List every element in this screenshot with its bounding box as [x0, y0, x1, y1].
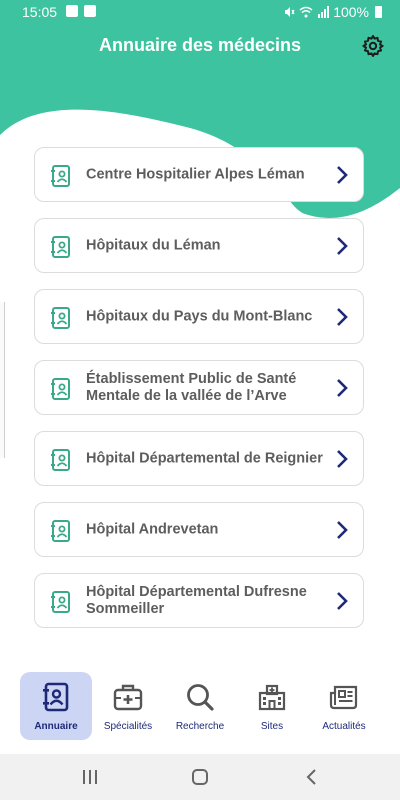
hospital-card[interactable]: Établissement Public de Santé Mentale de… [34, 360, 364, 415]
hospital-card[interactable]: Hôpital Départemental de Reignier [34, 431, 364, 486]
hospital-name: Hôpitaux du Pays du Mont-Blanc [86, 308, 313, 324]
hospital-name: Hôpital Départemental Dufresne Sommeille… [86, 583, 307, 617]
tab-label: Spécialités [103, 721, 153, 732]
chevron-right-icon [337, 166, 348, 184]
battery-icon [375, 6, 382, 18]
recent-apps-icon[interactable] [78, 767, 102, 787]
tab-actualites[interactable]: Actualités [308, 672, 380, 740]
mute-icon [285, 7, 295, 17]
page-title: Annuaire des médecins [98, 35, 302, 55]
hospital-building-icon [258, 684, 286, 711]
status-time: 15:05 [22, 4, 58, 20]
battery-level: 100% [333, 4, 369, 20]
tab-recherche[interactable]: Recherche [164, 672, 236, 740]
contact-book-icon [51, 378, 70, 400]
hospital-card[interactable]: Hôpitaux du Léman [34, 218, 364, 273]
status-bar: 15:05 100% [0, 0, 400, 24]
status-indicators: 100% [283, 4, 382, 20]
tab-sites[interactable]: Sites [236, 672, 308, 740]
home-icon[interactable] [188, 767, 212, 787]
chevron-right-icon [337, 237, 348, 255]
edge-panel-handle[interactable] [0, 302, 5, 458]
hospital-card[interactable]: Hôpital Départemental Dufresne Sommeille… [34, 573, 364, 628]
search-icon [187, 684, 214, 711]
gear-icon[interactable] [361, 34, 385, 58]
notification-icons [66, 5, 96, 17]
hospital-name: Établissement Public de Santé Mentale de… [86, 370, 297, 404]
signal-icon [318, 6, 330, 18]
tab-label: Annuaire [34, 721, 78, 732]
hospital-name: Centre Hospitalier Alpes Léman [86, 166, 305, 182]
medical-case-icon [113, 684, 143, 711]
hospital-card[interactable]: Centre Hospitalier Alpes Léman [34, 147, 364, 202]
back-icon[interactable] [300, 767, 324, 787]
tab-label: Actualités [322, 721, 366, 732]
wifi-icon [299, 6, 313, 18]
chevron-right-icon [337, 450, 348, 468]
app-notification-icon [84, 5, 96, 17]
hospital-name: Hôpital Départemental de Reignier [86, 450, 323, 466]
contact-book-icon [51, 520, 70, 542]
chevron-right-icon [337, 592, 348, 610]
hospital-name: Hôpitaux du Léman [86, 237, 221, 253]
bottom-navigation: Annuaire Spécialités Recherche Sites Act… [0, 664, 400, 754]
newspaper-icon [329, 685, 358, 710]
tab-specialites[interactable]: Spécialités [92, 672, 164, 740]
chevron-right-icon [337, 308, 348, 326]
chevron-right-icon [337, 379, 348, 397]
system-navigation-bar [0, 754, 400, 800]
chevron-right-icon [337, 521, 348, 539]
contact-book-icon [51, 449, 70, 471]
contact-book-icon [51, 591, 70, 613]
contact-book-icon [51, 165, 70, 187]
gallery-icon [66, 5, 78, 17]
tab-label: Recherche [175, 721, 225, 732]
tab-label: Sites [260, 721, 284, 732]
contact-book-icon [51, 236, 70, 258]
tab-annuaire[interactable]: Annuaire [20, 672, 92, 740]
hospital-name: Hôpital Andrevetan [86, 521, 219, 537]
hospital-card[interactable]: Hôpital Andrevetan [34, 502, 364, 557]
hospital-card[interactable]: Hôpitaux du Pays du Mont-Blanc [34, 289, 364, 344]
contact-book-icon [43, 682, 69, 712]
contact-book-icon [51, 307, 70, 329]
